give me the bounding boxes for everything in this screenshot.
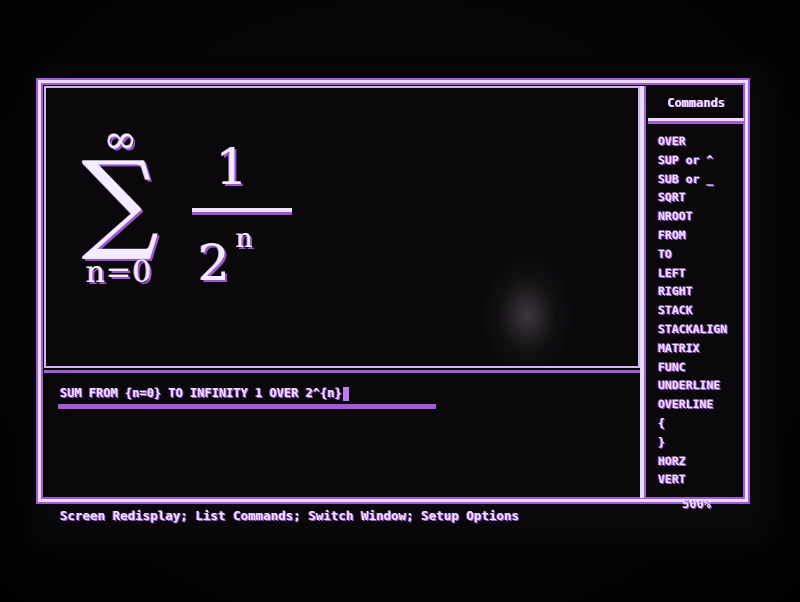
command-func[interactable]: FUNC	[658, 358, 744, 377]
command-left[interactable]: LEFT	[658, 264, 744, 283]
command-right[interactable]: RIGHT	[658, 282, 744, 301]
command-stackalign[interactable]: STACKALIGN	[658, 320, 744, 339]
lower-limit: n=0	[86, 255, 153, 290]
switch-window-option[interactable]: Switch Window;	[308, 508, 413, 523]
input-highlight	[58, 404, 436, 409]
panel-divider	[640, 86, 644, 498]
command-matrix[interactable]: MATRIX	[658, 339, 744, 358]
command-over[interactable]: OVER	[658, 132, 744, 151]
text-cursor	[342, 386, 349, 401]
command-stack[interactable]: STACK	[658, 301, 744, 320]
screen-redisplay-option[interactable]: Screen Redisplay;	[60, 508, 188, 523]
command-horz[interactable]: HORZ	[658, 452, 744, 471]
summation-symbol: ∑	[82, 139, 160, 264]
command-sqrt[interactable]: SQRT	[658, 188, 744, 207]
list-commands-option[interactable]: List Commands;	[195, 508, 300, 523]
command-open-brace[interactable]: {	[658, 414, 744, 433]
fraction-denominator-base: 2	[198, 234, 230, 292]
commands-panel-title: Commands	[648, 88, 744, 121]
commands-list: OVER SUP or ^ SUB or _ SQRT NROOT FROM T…	[658, 132, 744, 489]
command-from[interactable]: FROM	[658, 226, 744, 245]
command-to[interactable]: TO	[658, 245, 744, 264]
equation-input[interactable]: SUM FROM {n=0} TO INFINITY 1 OVER 2^{n}	[60, 386, 349, 401]
command-sub[interactable]: SUB or _	[658, 170, 744, 189]
command-nroot[interactable]: NROOT	[658, 207, 744, 226]
command-overline[interactable]: OVERLINE	[658, 395, 744, 414]
command-close-brace[interactable]: }	[658, 433, 744, 452]
zoom-level: 500%	[682, 497, 711, 511]
function-key-bar: Screen Redisplay; List Commands; Switch …	[60, 508, 519, 523]
fraction-denominator-exponent: n	[236, 224, 253, 254]
command-vert[interactable]: VERT	[658, 470, 744, 489]
command-underline[interactable]: UNDERLINE	[658, 376, 744, 395]
equation-input-text: SUM FROM {n=0} TO INFINITY 1 OVER 2^{n}	[60, 386, 342, 400]
command-sup[interactable]: SUP or ^	[658, 151, 744, 170]
fraction-numerator: 1	[216, 138, 248, 196]
fraction-bar	[192, 208, 292, 212]
setup-options-option[interactable]: Setup Options	[421, 508, 519, 523]
